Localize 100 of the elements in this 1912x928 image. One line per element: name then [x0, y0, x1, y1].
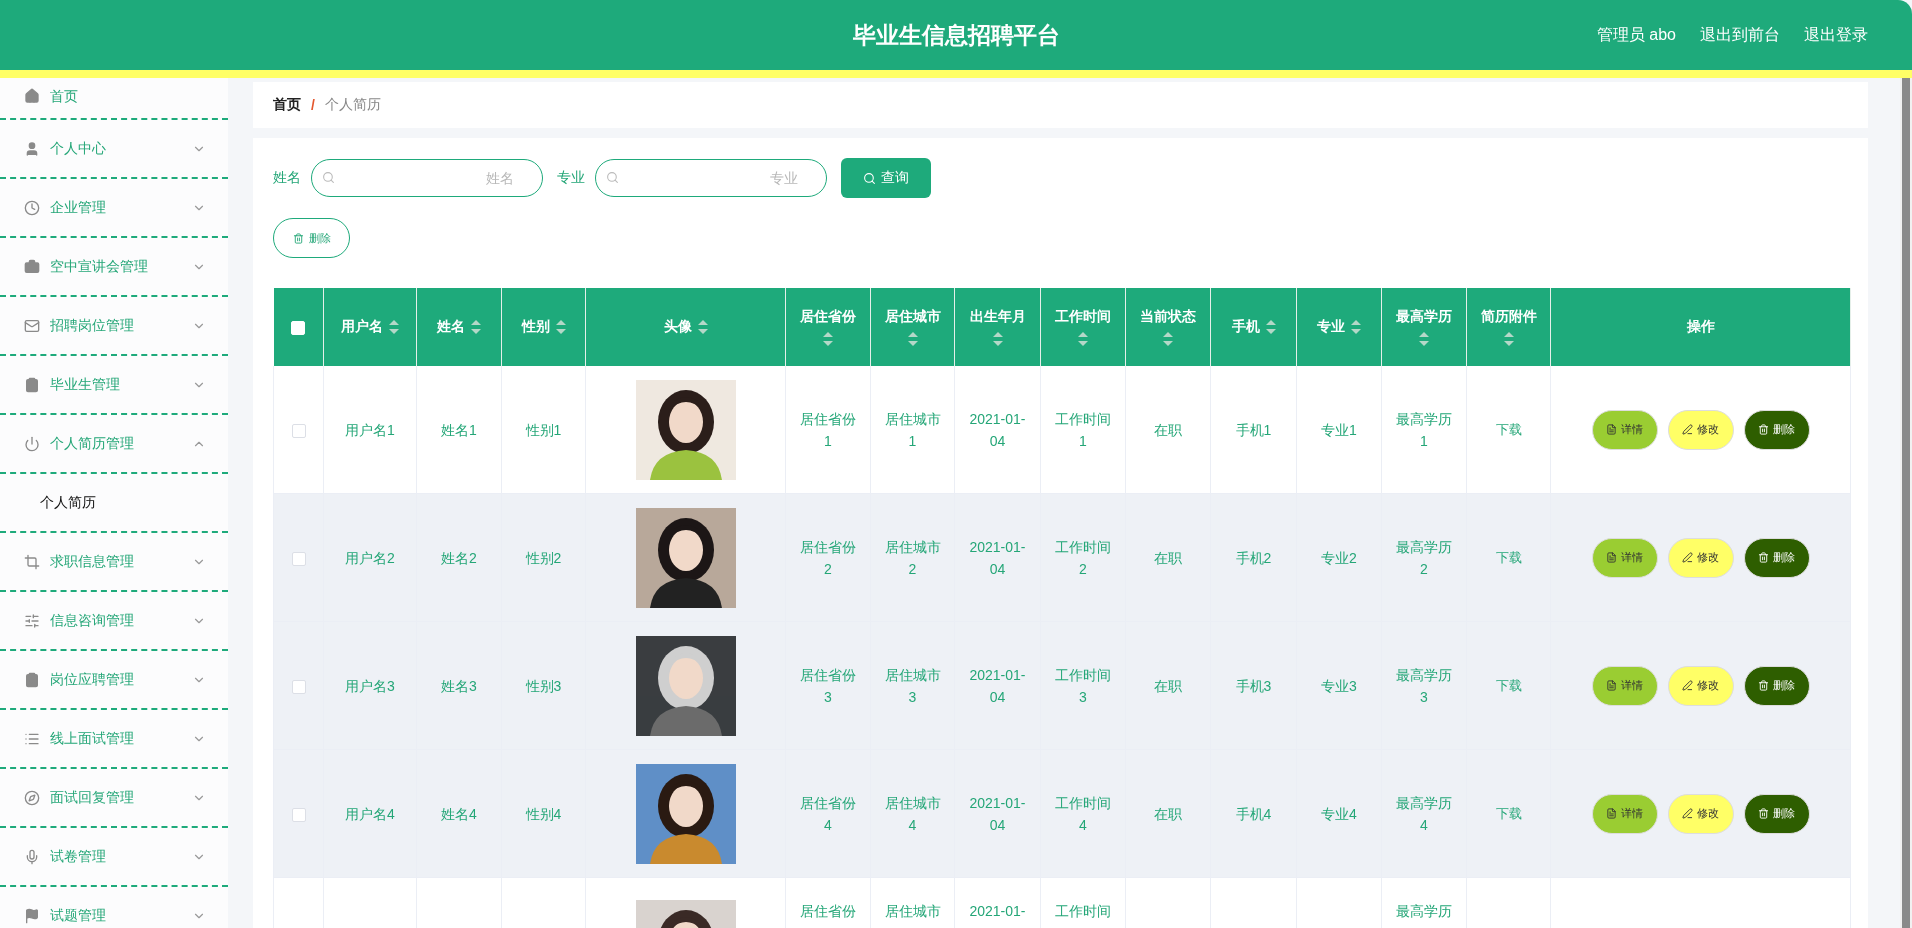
sort-icon[interactable]: [1163, 332, 1173, 346]
download-link[interactable]: 下载: [1495, 422, 1522, 437]
download-link[interactable]: 下载: [1495, 678, 1522, 693]
header-cell[interactable]: 工作时间: [1040, 288, 1126, 366]
sort-icon[interactable]: [1265, 320, 1276, 334]
document-icon: [1606, 680, 1617, 691]
sidebar-item[interactable]: 个人简历管理: [0, 415, 228, 474]
cell-text: 最高学历3: [1395, 665, 1453, 707]
header-cell[interactable]: 手机: [1210, 288, 1297, 366]
header-cell[interactable]: 居住省份: [785, 288, 871, 366]
header-link[interactable]: 管理员 abo: [1596, 24, 1676, 46]
header-cell[interactable]: 当前状态: [1125, 288, 1211, 366]
cell-text: 居住城市2: [883, 537, 942, 579]
row-checkbox[interactable]: [291, 551, 306, 566]
sort-icon[interactable]: [1078, 332, 1088, 346]
cell-text: 在职: [1154, 676, 1182, 696]
header-cell[interactable]: 最高学历: [1381, 288, 1467, 366]
row-checkbox[interactable]: [291, 807, 306, 822]
cell-text: 工作时间3: [1054, 665, 1112, 707]
app-title: 毕业生信息招聘平台: [852, 20, 1060, 50]
sort-icon[interactable]: [907, 332, 918, 346]
detail-button[interactable]: 详情: [1591, 665, 1658, 706]
header-cell[interactable]: 姓名: [416, 288, 502, 366]
breadcrumb-item: 个人简历: [324, 96, 381, 114]
download-link[interactable]: 下载: [1495, 550, 1522, 565]
sidebar-item[interactable]: 毕业生管理: [0, 356, 228, 415]
sort-icon[interactable]: [1503, 332, 1514, 346]
column-label: 性别: [521, 318, 550, 336]
sort-icon[interactable]: [1419, 332, 1429, 346]
header-cell[interactable]: 居住城市: [870, 288, 955, 366]
pencil-icon: [1682, 680, 1693, 691]
cell-text: 专业2: [1321, 548, 1357, 568]
sidebar-item[interactable]: 岗位应聘管理: [0, 651, 228, 710]
query-button[interactable]: 查询: [841, 158, 931, 198]
sidebar-item[interactable]: 招聘岗位管理: [0, 297, 228, 356]
edit-button[interactable]: 修改: [1667, 793, 1734, 834]
clipboard-icon: [24, 376, 40, 393]
header-cell[interactable]: 性别: [501, 288, 586, 366]
delete-button[interactable]: 删除: [1743, 665, 1810, 706]
search-field[interactable]: 姓名: [311, 159, 543, 197]
detail-button[interactable]: 详情: [1591, 409, 1658, 450]
trash-icon: [1758, 680, 1769, 691]
delete-button[interactable]: 删除: [1743, 793, 1810, 834]
cell-text: 工作时间4: [1054, 793, 1112, 835]
search-field[interactable]: 专业: [595, 159, 827, 197]
cell-text: 2021-01-: [969, 902, 1026, 921]
cell-text: 在职: [1154, 804, 1182, 824]
compass-icon: [24, 789, 40, 806]
download-link[interactable]: 下载: [1495, 806, 1522, 821]
header-cell[interactable]: 专业: [1296, 288, 1382, 366]
cell-text: 居住省份2: [799, 537, 857, 579]
sidebar-item[interactable]: 信息咨询管理: [0, 592, 228, 651]
sidebar-item[interactable]: 线上面试管理: [0, 710, 228, 769]
header-cell[interactable]: 出生年月: [954, 288, 1041, 366]
cell-text: 工作时间1: [1054, 409, 1112, 451]
delete-button[interactable]: 删除: [1743, 537, 1810, 578]
sidebar-item[interactable]: 面试回复管理: [0, 769, 228, 828]
header-cell[interactable]: 简历附件: [1466, 288, 1551, 366]
select-all-checkbox[interactable]: [291, 321, 306, 336]
cell-text: 手机3: [1235, 676, 1272, 696]
column-label: 最高学历: [1396, 308, 1452, 326]
sidebar-label: 空中宣讲会管理: [50, 257, 149, 276]
trash-icon: [1758, 552, 1769, 563]
sidebar-item[interactable]: 试题管理: [0, 887, 228, 928]
cell-text: 居住省份4: [799, 793, 857, 835]
sidebar-item[interactable]: 空中宣讲会管理: [0, 238, 228, 297]
sort-icon[interactable]: [823, 332, 833, 346]
sidebar-subitem[interactable]: 个人简历: [0, 474, 228, 533]
header-cell[interactable]: 头像: [585, 288, 786, 366]
sort-icon[interactable]: [471, 320, 481, 334]
row-checkbox[interactable]: [291, 679, 306, 694]
detail-button[interactable]: 详情: [1591, 793, 1658, 834]
row-checkbox[interactable]: [291, 423, 306, 438]
delete-button[interactable]: 删除: [273, 218, 350, 258]
edit-button[interactable]: 修改: [1667, 409, 1734, 450]
sidebar-label: 招聘岗位管理: [50, 316, 135, 335]
cell-text: 居住城市4: [883, 793, 942, 835]
edit-button[interactable]: 修改: [1667, 665, 1734, 706]
detail-button[interactable]: 详情: [1591, 537, 1658, 578]
header-cell[interactable]: 用户名: [323, 288, 417, 366]
cell-text: 用户名3: [345, 676, 395, 696]
power-icon: [24, 435, 40, 452]
sort-icon[interactable]: [1351, 320, 1361, 334]
header-link[interactable]: 退出登录: [1804, 24, 1868, 46]
sort-icon[interactable]: [697, 320, 708, 334]
cell-text: 居住城市1: [883, 409, 942, 451]
edit-button[interactable]: 修改: [1667, 537, 1734, 578]
sidebar-label: 毕业生管理: [50, 375, 121, 394]
sidebar-item[interactable]: 试卷管理: [0, 828, 228, 887]
delete-button[interactable]: 删除: [1743, 409, 1810, 450]
sidebar-label: 首页: [50, 88, 79, 106]
sort-icon[interactable]: [389, 320, 399, 334]
sidebar-item[interactable]: 求职信息管理: [0, 533, 228, 592]
sidebar-item[interactable]: 个人中心: [0, 120, 228, 179]
breadcrumb-item[interactable]: 首页: [273, 96, 301, 114]
sort-icon[interactable]: [555, 320, 566, 334]
header-link[interactable]: 退出到前台: [1700, 24, 1780, 46]
sidebar-item[interactable]: 首页: [0, 78, 228, 120]
sort-icon[interactable]: [992, 332, 1003, 346]
sidebar-item[interactable]: 企业管理: [0, 179, 228, 238]
